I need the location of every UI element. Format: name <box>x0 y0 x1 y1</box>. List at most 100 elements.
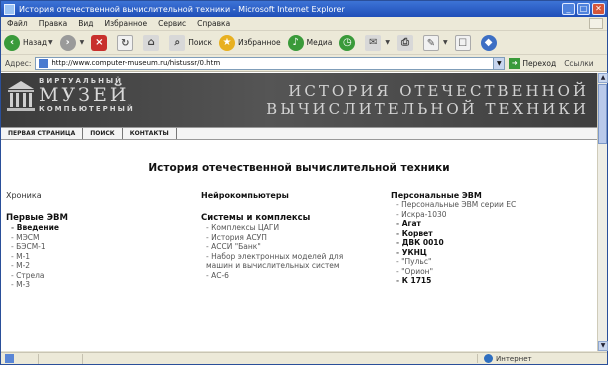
go-button[interactable]: ➜ Переход <box>509 57 557 69</box>
list-item[interactable]: УКНЦ <box>391 248 586 258</box>
list-item[interactable]: История АСУП <box>201 233 391 243</box>
list-item[interactable]: Набор электронных моделей для <box>201 252 391 262</box>
media-label: Медиа <box>306 38 333 47</box>
link-chronicle[interactable]: Хроника <box>6 191 201 200</box>
menu-edit[interactable]: Правка <box>39 19 68 28</box>
list-item[interactable]: "Орион" <box>391 267 586 277</box>
refresh-icon: ↻ <box>117 34 134 51</box>
menu-bar: Файл Правка Вид Избранное Сервис Справка <box>1 17 607 31</box>
globe-icon <box>484 354 493 363</box>
list-item[interactable]: Стрела <box>6 271 201 281</box>
menu-tools[interactable]: Сервис <box>158 19 186 28</box>
search-button[interactable]: ⌕ Поиск <box>169 34 213 51</box>
maximize-button[interactable]: □ <box>577 3 590 15</box>
messenger-button[interactable]: ◆ <box>480 34 500 51</box>
vertical-scrollbar[interactable]: ▲ ▼ <box>597 73 608 351</box>
stop-button[interactable]: × <box>91 34 110 51</box>
favorites-label: Избранное <box>238 38 281 47</box>
list-item[interactable]: машин и вычислительных систем <box>201 261 391 271</box>
nav-search-link[interactable]: ПОИСК <box>83 128 123 139</box>
list-item[interactable]: Искра-1030 <box>391 210 586 220</box>
refresh-button[interactable]: ↻ <box>117 34 136 51</box>
page-content: ВИРТУАЛЬНЫЙ МУЗЕЙ КОМПЬЮТЕРНЫЙ ИСТОРИЯ О… <box>1 73 597 351</box>
mail-icon: ✉ <box>365 34 382 51</box>
print-button[interactable]: ⎙ <box>397 34 416 51</box>
list-item[interactable]: "Пульс" <box>391 257 586 267</box>
scroll-up-icon[interactable]: ▲ <box>598 73 608 83</box>
section-first-computers[interactable]: Первые ЭВМ <box>6 213 201 223</box>
print-icon: ⎙ <box>397 34 413 51</box>
forward-button[interactable]: › ▼ <box>59 34 85 51</box>
minimize-button[interactable]: _ <box>562 3 575 15</box>
list-item[interactable]: АССИ "Банк" <box>201 242 391 252</box>
site-title-line1: ИСТОРИЯ ОТЕЧЕСТВЕННОЙ <box>288 82 589 100</box>
menu-file[interactable]: Файл <box>7 19 28 28</box>
search-icon: ⌕ <box>169 34 186 51</box>
address-input[interactable]: http://www.computer-museum.ru/histussr/0… <box>35 56 506 70</box>
menu-favorites[interactable]: Избранное <box>105 19 148 28</box>
window-title: История отечественной вычислительной тех… <box>19 4 345 14</box>
column-systems: Нейрокомпьютеры Системы и комплексы Комп… <box>201 191 391 290</box>
section-personal-computers[interactable]: Персональные ЭВМ <box>391 191 586 200</box>
chevron-down-icon: ▼ <box>79 39 85 46</box>
media-button[interactable]: ♪ Медиа <box>287 34 333 51</box>
discuss-button[interactable]: ☐ <box>454 34 474 51</box>
menu-view[interactable]: Вид <box>78 19 93 28</box>
logo-main-text: МУЗЕЙ <box>39 84 130 106</box>
section-systems[interactable]: Системы и комплексы <box>201 213 391 223</box>
list-item[interactable]: БЭСМ-1 <box>6 242 201 252</box>
list-item[interactable]: МЭСМ <box>6 233 201 243</box>
list-item[interactable]: М-2 <box>6 261 201 271</box>
logo-bottom-text: КОМПЬЮТЕРНЫЙ <box>39 105 135 113</box>
edit-button[interactable]: ✎ ▼ <box>423 34 448 51</box>
history-button[interactable]: ◷ <box>339 34 358 51</box>
search-label: Поиск <box>188 38 213 47</box>
links-button[interactable]: Ссылки <box>564 59 593 68</box>
column-chronicle: Хроника Первые ЭВМ Введение МЭСМ БЭСМ-1 … <box>6 191 201 290</box>
scroll-thumb[interactable] <box>598 84 607 144</box>
address-label: Адрес: <box>5 58 32 68</box>
go-label: Переход <box>522 58 557 68</box>
address-dropdown-icon[interactable]: ▼ <box>493 57 505 69</box>
star-icon: ★ <box>219 34 236 51</box>
menu-help[interactable]: Справка <box>197 19 230 28</box>
museum-building-icon <box>7 81 35 111</box>
column-personal-computers: Персональные ЭВМ Персональные ЭВМ серии … <box>391 191 586 290</box>
back-button[interactable]: ‹ Назад ▼ <box>4 34 53 51</box>
home-icon: ⌂ <box>143 34 160 51</box>
nav-home-link[interactable]: ПЕРВАЯ СТРАНИЦА <box>1 128 84 139</box>
address-url[interactable]: http://www.computer-museum.ru/histussr/0… <box>51 59 493 67</box>
site-nav: ПЕРВАЯ СТРАНИЦА ПОИСК КОНТАКТЫ <box>1 127 597 140</box>
security-zone: Интернет <box>477 354 607 363</box>
content-columns: Хроника Первые ЭВМ Введение МЭСМ БЭСМ-1 … <box>1 191 597 290</box>
list-item[interactable]: Комплексы ЦАГИ <box>201 223 391 233</box>
chevron-down-icon: ▼ <box>385 39 390 46</box>
mail-button[interactable]: ✉ ▼ <box>365 34 390 51</box>
close-button[interactable]: ✕ <box>592 3 605 15</box>
scroll-down-icon[interactable]: ▼ <box>598 341 608 351</box>
zone-label: Интернет <box>496 354 532 363</box>
home-button[interactable]: ⌂ <box>143 34 162 51</box>
list-item[interactable]: ДВК 0010 <box>391 238 586 248</box>
status-segment <box>82 353 102 364</box>
list-item[interactable]: Агат <box>391 219 586 229</box>
list-item[interactable]: М-1 <box>6 252 201 262</box>
museum-logo[interactable]: ВИРТУАЛЬНЫЙ МУЗЕЙ КОМПЬЮТЕРНЫЙ <box>39 77 135 113</box>
link-neurocomputers[interactable]: Нейрокомпьютеры <box>201 191 391 200</box>
page-heading: История отечественной вычислительной тех… <box>148 162 450 174</box>
history-icon: ◷ <box>339 34 356 51</box>
list-item[interactable]: М-3 <box>6 280 201 290</box>
nav-contacts-link[interactable]: КОНТАКТЫ <box>123 128 177 139</box>
list-item[interactable]: Введение <box>6 223 201 233</box>
site-title: ИСТОРИЯ ОТЕЧЕСТВЕННОЙ ВЫЧИСЛИТЕЛЬНОЙ ТЕХ… <box>266 82 589 118</box>
site-header: ВИРТУАЛЬНЫЙ МУЗЕЙ КОМПЬЮТЕРНЫЙ ИСТОРИЯ О… <box>1 73 597 127</box>
back-arrow-icon: ‹ <box>4 34 20 51</box>
list-item[interactable]: АС-6 <box>201 271 391 281</box>
list-item[interactable]: Корвет <box>391 229 586 239</box>
list-item[interactable]: Персональные ЭВМ серии ЕС <box>391 200 586 210</box>
list-item[interactable]: К 1715 <box>391 276 586 286</box>
status-segment <box>38 353 58 364</box>
toolbar: ‹ Назад ▼ › ▼ × ↻ ⌂ ⌕ Поиск ★ Избранное … <box>1 31 607 55</box>
page-status-icon <box>5 354 14 363</box>
favorites-button[interactable]: ★ Избранное <box>219 34 281 51</box>
